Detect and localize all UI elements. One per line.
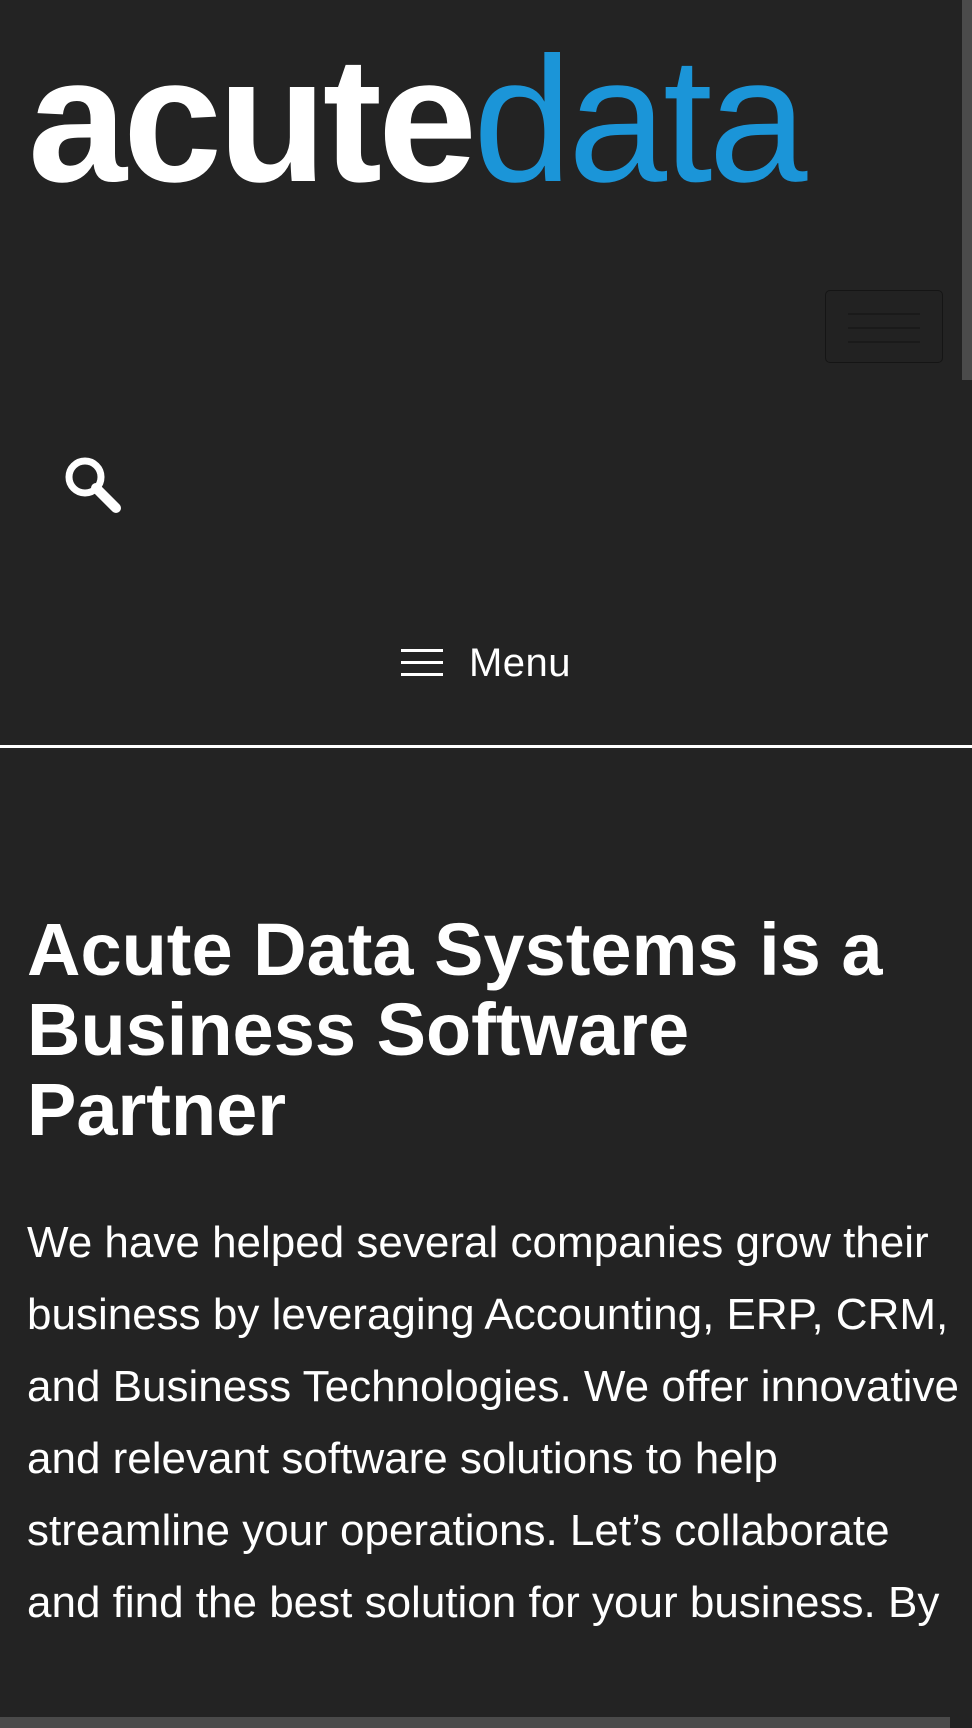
- site-logo[interactable]: acutedata: [28, 31, 807, 209]
- search-button[interactable]: [60, 452, 128, 520]
- navbar-toggle-button[interactable]: [825, 290, 943, 363]
- menu-toggle-button[interactable]: Menu: [0, 630, 972, 696]
- horizontal-scrollbar-thumb[interactable]: [0, 1717, 950, 1728]
- logo-word-data: data: [473, 20, 807, 219]
- hamburger-icon: [848, 313, 920, 315]
- menu-icon: [400, 648, 443, 678]
- hamburger-icon-line: [848, 327, 920, 329]
- hamburger-icon-line: [848, 341, 920, 343]
- menu-label: Menu: [468, 640, 572, 685]
- header-divider: [0, 745, 972, 748]
- intro-paragraph: We have helped several companies grow th…: [27, 1218, 959, 1627]
- search-icon: [65, 457, 121, 513]
- logo-word-acute: acute: [28, 20, 477, 219]
- vertical-scrollbar-thumb[interactable]: [962, 0, 972, 380]
- page-title: Acute Data Systems is a Business Softwar…: [27, 908, 883, 1151]
